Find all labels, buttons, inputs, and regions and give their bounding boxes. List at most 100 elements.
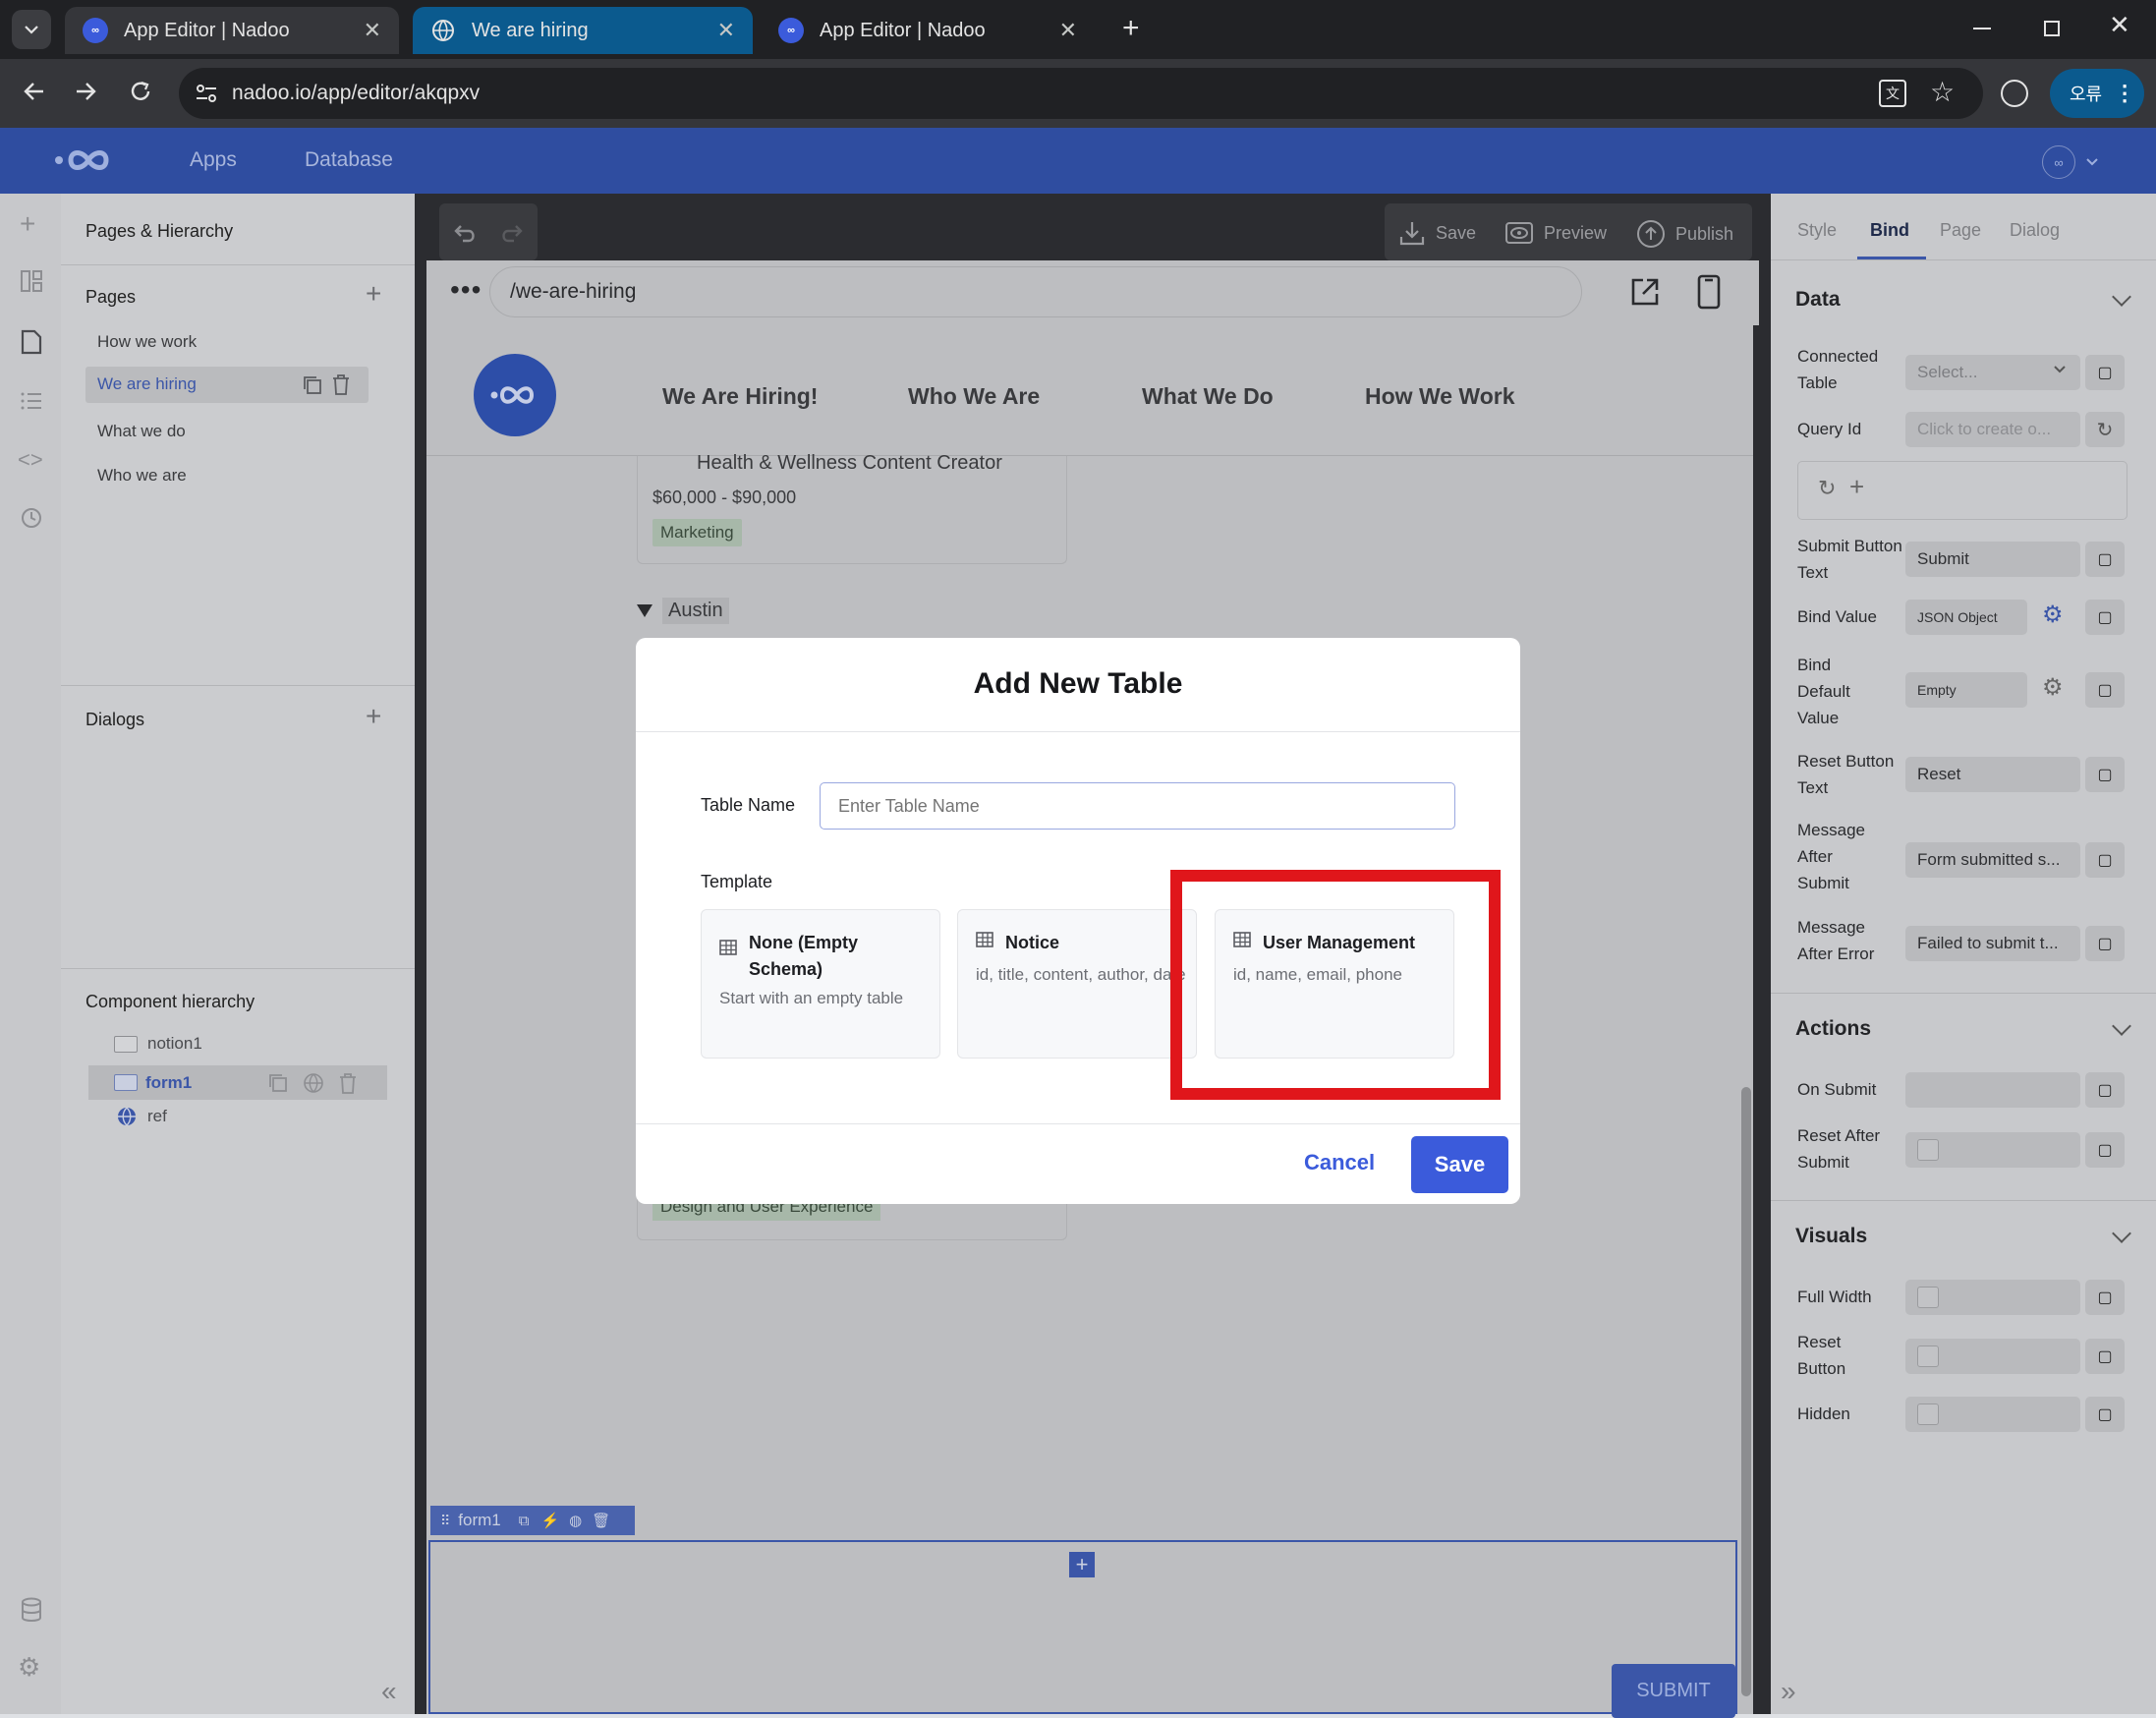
site-nav-what[interactable]: What We Do (1142, 383, 1274, 410)
drag-handle-icon[interactable]: ⠿ (440, 1513, 450, 1529)
location-toggle[interactable]: Austin (637, 598, 729, 624)
code-toggle-icon[interactable]: ▢ (2085, 600, 2125, 635)
close-icon[interactable]: ✕ (1059, 18, 1077, 43)
new-tab-icon[interactable]: + (1122, 12, 1140, 45)
page-item-what-we-do[interactable]: What we do (97, 422, 186, 441)
code-icon[interactable]: <> (18, 447, 43, 473)
globe-icon[interactable] (303, 1072, 324, 1094)
refresh-icon[interactable]: ↻ (1818, 476, 1836, 501)
tab-style[interactable]: Style (1797, 220, 1837, 241)
lightning-icon[interactable]: ⚡ (540, 1512, 559, 1529)
nadoo-logo[interactable] (53, 142, 122, 179)
connected-table-select[interactable]: Select... (1905, 355, 2080, 390)
tab-dialog[interactable]: Dialog (2010, 220, 2060, 241)
reset-button-toggle[interactable] (1905, 1339, 2080, 1374)
add-icon[interactable]: + (20, 208, 35, 240)
add-page-icon[interactable]: + (366, 278, 381, 310)
back-icon[interactable] (22, 79, 47, 104)
hierarchy-item-form1[interactable]: form1 (88, 1065, 387, 1100)
settings-gear-icon[interactable]: ⚙ (2042, 673, 2064, 702)
cancel-button[interactable]: Cancel (1304, 1150, 1375, 1175)
code-toggle-icon[interactable]: ▢ (2085, 1339, 2125, 1374)
user-menu[interactable]: ∞ (2042, 145, 2099, 179)
code-toggle-icon[interactable]: ▢ (2085, 842, 2125, 878)
code-toggle-icon[interactable]: ▢ (2085, 1280, 2125, 1315)
visuals-section-title[interactable]: Visuals (1795, 1225, 1867, 1248)
checkbox[interactable] (1917, 1139, 1939, 1161)
template-card-empty-schema[interactable]: None (Empty Schema) Start with an empty … (701, 909, 940, 1059)
data-section-title[interactable]: Data (1795, 288, 1841, 312)
add-icon[interactable]: + (1849, 472, 1864, 502)
account-icon[interactable] (2001, 80, 2028, 107)
settings-gear-icon[interactable]: ⚙ (18, 1652, 40, 1683)
route-input[interactable]: /we-are-hiring (489, 266, 1582, 317)
browser-tab-we-are-hiring[interactable]: We are hiring ✕ (413, 7, 753, 54)
more-options-icon[interactable]: ••• (450, 274, 482, 306)
submit-button[interactable]: SUBMIT (1612, 1664, 1735, 1718)
checkbox[interactable] (1917, 1403, 1939, 1425)
hidden-toggle[interactable] (1905, 1397, 2080, 1432)
history-icon[interactable] (20, 506, 43, 530)
job-card[interactable]: Health & Wellness Content Creator $60,00… (637, 452, 1067, 564)
table-name-input[interactable] (820, 782, 1455, 830)
forward-icon[interactable] (73, 79, 98, 104)
maximize-icon[interactable] (2044, 21, 2060, 36)
components-icon[interactable] (20, 269, 43, 293)
message-after-error-input[interactable]: Failed to submit t... (1905, 926, 2080, 961)
preview-button[interactable]: Preview (1504, 219, 1607, 247)
address-bar[interactable]: nadoo.io/app/editor/akqpxv 文 ☆ (179, 68, 1983, 119)
site-logo[interactable] (474, 354, 556, 436)
code-toggle-icon[interactable]: ▢ (2085, 355, 2125, 390)
page-item-how-we-work[interactable]: How we work (97, 332, 197, 352)
chevron-down-icon[interactable] (2112, 287, 2131, 307)
close-icon[interactable]: ✕ (717, 18, 735, 43)
code-toggle-icon[interactable]: ▢ (2085, 1072, 2125, 1108)
code-toggle-icon[interactable]: ▢ (2085, 672, 2125, 708)
chevron-down-icon[interactable] (2112, 1224, 2131, 1243)
refresh-icon[interactable]: ↻ (2085, 412, 2125, 447)
list-icon[interactable] (20, 390, 43, 412)
settings-gear-icon[interactable]: ⚙ (2042, 601, 2064, 629)
bookmark-star-icon[interactable]: ☆ (1930, 76, 1955, 108)
duplicate-icon[interactable] (302, 374, 323, 396)
nav-apps[interactable]: Apps (190, 148, 237, 172)
redo-icon[interactable] (498, 221, 524, 243)
on-submit-input[interactable] (1905, 1072, 2080, 1108)
site-info-icon[interactable] (195, 82, 218, 105)
reload-icon[interactable] (128, 79, 153, 104)
open-external-icon[interactable] (1629, 276, 1661, 308)
mobile-device-icon[interactable] (1697, 274, 1721, 310)
profile-error-button[interactable]: 오류 ⋮ (2050, 69, 2144, 118)
browser-tab-app-editor-1[interactable]: ∞ App Editor | Nadoo ✕ (65, 7, 399, 54)
site-nav-hiring[interactable]: We Are Hiring! (662, 383, 818, 410)
window-close-icon[interactable]: ✕ (2109, 10, 2130, 40)
bind-value-input[interactable]: JSON Object (1905, 600, 2027, 635)
tab-search-button[interactable] (12, 10, 51, 49)
bind-default-value-input[interactable]: Empty (1905, 672, 2027, 708)
add-dialog-icon[interactable]: + (366, 701, 381, 732)
expand-panel-icon[interactable]: » (1781, 1676, 1796, 1707)
close-icon[interactable]: ✕ (364, 18, 381, 43)
browser-tab-app-editor-2[interactable]: ∞ App Editor | Nadoo ✕ (761, 7, 1095, 54)
database-icon[interactable] (20, 1597, 43, 1623)
message-after-submit-input[interactable]: Form submitted s... (1905, 842, 2080, 878)
publish-button[interactable]: Publish (1636, 219, 1733, 249)
form1-container[interactable]: + SUBMIT (428, 1540, 1737, 1718)
canvas-scrollbar[interactable] (1741, 1087, 1751, 1696)
submit-button-text-input[interactable]: Submit (1905, 542, 2080, 577)
duplicate-icon[interactable] (267, 1072, 289, 1094)
trash-icon[interactable] (338, 1072, 358, 1094)
page-item-we-are-hiring[interactable]: We are hiring (85, 367, 369, 403)
trash-icon[interactable] (331, 373, 351, 395)
trash-icon[interactable]: 🗑 (592, 1512, 610, 1529)
code-toggle-icon[interactable]: ▢ (2085, 926, 2125, 961)
template-card-notice[interactable]: Notice id, title, content, author, date (957, 909, 1197, 1059)
page-item-who-we-are[interactable]: Who we are (97, 466, 187, 486)
pages-icon[interactable] (20, 329, 43, 355)
code-toggle-icon[interactable]: ▢ (2085, 1397, 2125, 1432)
actions-section-title[interactable]: Actions (1795, 1017, 1871, 1041)
minimize-icon[interactable] (1973, 28, 1991, 29)
add-component-icon[interactable]: + (1069, 1552, 1095, 1577)
site-nav-how[interactable]: How We Work (1365, 383, 1515, 410)
hierarchy-item-notion1[interactable]: notion1 (114, 1034, 202, 1054)
